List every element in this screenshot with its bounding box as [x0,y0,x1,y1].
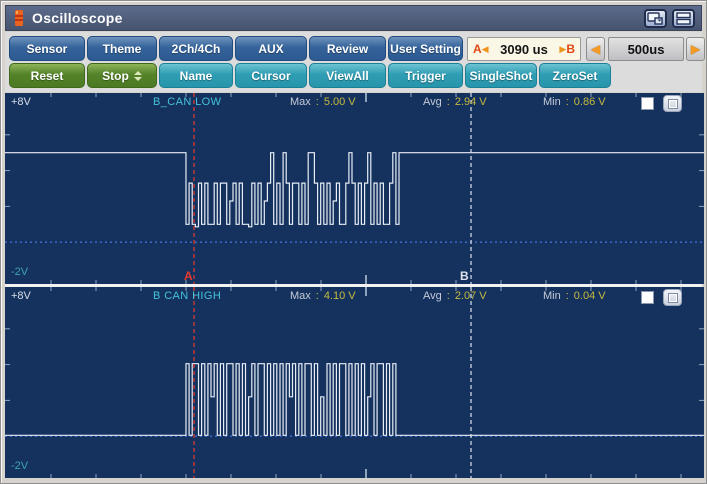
stop-button[interactable]: Stop [87,63,157,88]
min-value: 0.04 V [574,290,606,302]
ch1-top-voltage-label: +8V [11,96,31,108]
user-setting-button[interactable]: User Setting [388,36,463,61]
ch2-visibility-toggle[interactable] [641,291,654,304]
zeroset-button[interactable]: ZeroSet [539,63,611,88]
ch2-avg-readout: Avg : 2.07 V [423,290,487,302]
ch2-top-voltage-label: +8V [11,290,31,302]
title-bar: Oscilloscope [5,5,702,31]
ch2-max-readout: Max : 4.10 V [290,290,356,302]
stop-button-label: Stop [102,69,129,83]
tile-windows-icon [676,12,691,25]
left-arrow-icon: ◀ [591,42,600,56]
ch1-bottom-voltage-label: -2V [11,266,28,278]
cursor-button-label: Cursor [251,69,290,83]
max-label: Max [290,290,311,302]
square-icon [669,100,677,108]
review-button[interactable]: Review [309,36,386,61]
ch1-max-readout: Max : 5.00 V [290,96,356,108]
avg-value: 2.94 V [455,96,487,108]
avg-label: Avg [423,96,442,108]
max-colon: : [316,96,319,108]
singleshot-button[interactable]: SingleShot [465,63,537,88]
ch1-options-button[interactable] [663,95,682,112]
sensor-button[interactable]: Sensor [9,36,85,61]
oscilloscope-window: Oscilloscope Sensor Theme 2Ch/4Ch [0,0,707,484]
timebase-value: 500us [628,42,665,57]
avg-colon: : [447,290,450,302]
singleshot-button-label: SingleShot [470,69,533,83]
app-icon [14,10,24,26]
cursor-delta-value: 3090 us [489,42,560,57]
max-colon: : [316,290,319,302]
ch2-options-button[interactable] [663,289,682,306]
ch1-channel-name: B_CAN LOW [153,96,221,108]
theme-button[interactable]: Theme [87,36,157,61]
max-value: 5.00 V [324,96,356,108]
ch1-min-readout: Min : 0.86 V [543,96,606,108]
capture-window-button[interactable] [644,9,667,28]
aux-button[interactable]: AUX [235,36,307,61]
toolbar-row-1: Sensor Theme 2Ch/4Ch AUX Review User Set… [9,36,463,61]
user-setting-button-label: User Setting [390,42,461,56]
min-label: Min [543,96,561,108]
max-label: Max [290,96,311,108]
sensor-button-label: Sensor [27,42,68,56]
cursor-a-label[interactable]: A [184,269,193,283]
cursor-a-indicator: A [473,42,482,56]
channel-mode-button-label: 2Ch/4Ch [172,42,221,56]
avg-colon: : [447,96,450,108]
ch1-avg-readout: Avg : 2.94 V [423,96,487,108]
timebase-increase-button[interactable]: ▶ [686,37,705,61]
avg-label: Avg [423,290,442,302]
channel-mode-button[interactable]: 2Ch/4Ch [159,36,233,61]
viewall-button-label: ViewAll [326,69,368,83]
zeroset-button-label: ZeroSet [553,69,598,83]
name-button-label: Name [180,69,213,83]
trigger-button-label: Trigger [405,69,446,83]
waveform-svg [5,93,704,284]
toolbar: Sensor Theme 2Ch/4Ch AUX Review User Set… [5,32,702,92]
min-label: Min [543,290,561,302]
capture-window-icon [647,12,664,25]
viewall-button[interactable]: ViewAll [309,63,386,88]
right-arrow-icon: ▶ [691,42,700,56]
cursor-ab-readout: A ◀ 3090 us ▶ B [467,37,581,61]
timebase-display: 500us [608,37,684,61]
toolbar-row-2: Reset Stop Name Cursor ViewAll Trigger S… [9,63,611,88]
min-colon: : [566,290,569,302]
theme-button-label: Theme [103,42,142,56]
aux-button-label: AUX [258,42,283,56]
window-title: Oscilloscope [32,10,123,26]
cursor-button[interactable]: Cursor [235,63,307,88]
run-stop-spinner-icon [134,71,142,81]
tile-windows-button[interactable] [672,9,695,28]
cursor-b-label[interactable]: B [460,269,469,283]
cursor-b-indicator: B [566,42,575,56]
channel-1-panel[interactable]: +8V B_CAN LOW Max : 5.00 V Avg : 2.94 V … [5,93,704,284]
reset-button-label: Reset [31,69,64,83]
reset-button[interactable]: Reset [9,63,85,88]
cursor-b-arrow-icon: ▶ [559,44,566,55]
waveform-svg [5,287,704,478]
min-colon: : [566,96,569,108]
scope-screen: +8V B_CAN LOW Max : 5.00 V Avg : 2.94 V … [5,93,702,478]
ch2-bottom-voltage-label: -2V [11,460,28,472]
min-value: 0.86 V [574,96,606,108]
cursor-a-arrow-icon: ◀ [482,44,489,55]
timebase-decrease-button[interactable]: ◀ [586,37,605,61]
ch2-channel-name: B CAN HIGH [153,290,221,302]
square-icon [669,294,677,302]
ch1-visibility-toggle[interactable] [641,97,654,110]
ch2-min-readout: Min : 0.04 V [543,290,606,302]
max-value: 4.10 V [324,290,356,302]
channel-2-panel[interactable]: +8V B CAN HIGH Max : 4.10 V Avg : 2.07 V… [5,287,704,478]
trigger-button[interactable]: Trigger [388,63,463,88]
name-button[interactable]: Name [159,63,233,88]
review-button-label: Review [327,42,368,56]
avg-value: 2.07 V [455,290,487,302]
